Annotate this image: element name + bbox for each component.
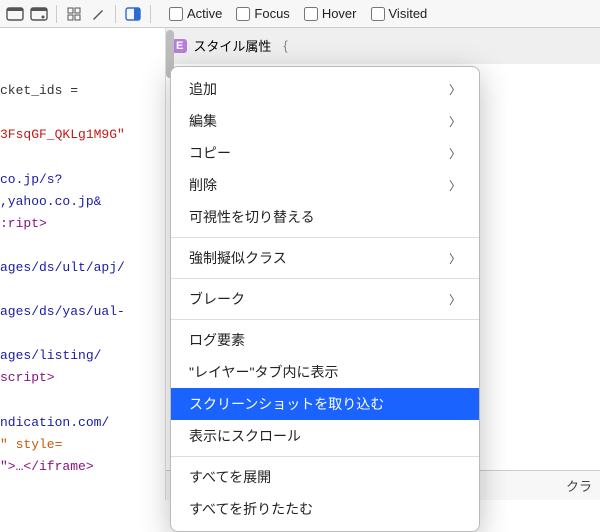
window-icon[interactable] [6, 6, 24, 22]
code-line: cket_ids = [0, 80, 161, 102]
window2-icon[interactable] [30, 6, 48, 22]
menu-item[interactable]: 追加 〉 [171, 73, 479, 105]
menu-item[interactable]: "レイヤー"タブ内に表示 [171, 356, 479, 388]
code-line: 3FsqGF_QKLg1M9G" [0, 124, 161, 146]
menu-separator [171, 456, 479, 457]
menu-item-label: 表示にスクロール [189, 426, 301, 446]
code-line: co.jp/s? [0, 169, 161, 191]
menu-item-label: 編集 [189, 111, 217, 131]
menu-item-label: ブレーク [189, 289, 245, 309]
pseudo-hover[interactable]: Hover [304, 6, 357, 21]
menu-item[interactable]: 編集 〉 [171, 105, 479, 137]
code-line: ages/listing/ [0, 345, 161, 367]
open-brace: { [283, 38, 287, 53]
menu-item[interactable]: 可視性を切り替える [171, 201, 479, 233]
grid-icon[interactable] [65, 6, 83, 22]
code-line: " style= [0, 434, 161, 456]
code-line: ">…</iframe> [0, 456, 161, 478]
menu-separator [171, 237, 479, 238]
element-badge: E [172, 39, 187, 53]
pane-toggle-icon[interactable] [124, 6, 142, 22]
code-line: ages/ds/ult/apj/ [0, 257, 161, 279]
code-line [0, 36, 161, 58]
menu-item-label: コピー [189, 143, 231, 163]
menu-item[interactable]: ブレーク 〉 [171, 283, 479, 315]
menu-item-label: 追加 [189, 79, 217, 99]
toolbar: Active Focus Hover Visited [0, 0, 600, 28]
menu-item-label: "レイヤー"タブ内に表示 [189, 362, 339, 382]
menu-item-label: ログ要素 [189, 330, 245, 350]
pseudo-focus[interactable]: Focus [236, 6, 289, 21]
style-attribute-header: E スタイル属性 { [166, 28, 600, 64]
pseudo-active[interactable]: Active [169, 6, 222, 21]
menu-separator [171, 319, 479, 320]
menu-separator [171, 278, 479, 279]
context-menu: 追加〉編集〉コピー〉削除〉可視性を切り替える強制擬似クラス〉ブレーク〉ログ要素"… [170, 66, 480, 532]
menu-item[interactable]: すべてを折りたたむ [171, 493, 479, 525]
code-line [0, 390, 161, 412]
menu-item[interactable]: すべてを展開 [171, 461, 479, 493]
code-line: ages/ds/yas/ual- [0, 301, 161, 323]
chevron-right-icon: 〉 [449, 81, 461, 98]
code-line [0, 146, 161, 168]
code-line: ,yahoo.co.jp& [0, 191, 161, 213]
menu-item[interactable]: スクリーンショットを取り込む [171, 388, 479, 420]
menu-item-label: スクリーンショットを取り込む [189, 394, 384, 414]
menu-item[interactable]: コピー 〉 [171, 137, 479, 169]
pseudo-visited[interactable]: Visited [371, 6, 428, 21]
code-line [0, 478, 161, 500]
chevron-right-icon: 〉 [449, 250, 461, 267]
pseudo-class-toggles: Active Focus Hover Visited [169, 6, 427, 21]
menu-item[interactable]: 表示にスクロール [171, 420, 479, 452]
code-line [0, 58, 161, 80]
code-line [0, 323, 161, 345]
brush-icon[interactable] [89, 6, 107, 22]
code-line: :ript> [0, 213, 161, 235]
menu-item-label: 可視性を切り替える [189, 207, 315, 227]
menu-item[interactable]: 削除 〉 [171, 169, 479, 201]
code-line [0, 102, 161, 124]
menu-item-label: 強制擬似クラス [189, 248, 287, 268]
style-attr-label: スタイル属性 [193, 36, 271, 55]
chevron-right-icon: 〉 [449, 145, 461, 162]
menu-item[interactable]: ログ要素 [171, 324, 479, 356]
menu-item-label: すべてを展開 [189, 467, 271, 487]
menu-item[interactable]: 強制擬似クラス 〉 [171, 242, 479, 274]
chevron-right-icon: 〉 [449, 291, 461, 308]
menu-item-label: 削除 [189, 175, 217, 195]
code-line [0, 279, 161, 301]
source-pane: cket_ids = 3FsqGF_QKLg1M9G" co.jp/s?,yah… [0, 28, 165, 500]
chevron-right-icon: 〉 [449, 177, 461, 194]
classes-toggle[interactable]: クラ [566, 476, 592, 495]
chevron-right-icon: 〉 [449, 113, 461, 130]
menu-item-label: すべてを折りたたむ [189, 499, 313, 519]
code-line [0, 235, 161, 257]
code-line: script> [0, 367, 161, 389]
code-line: ndication.com/ [0, 412, 161, 434]
